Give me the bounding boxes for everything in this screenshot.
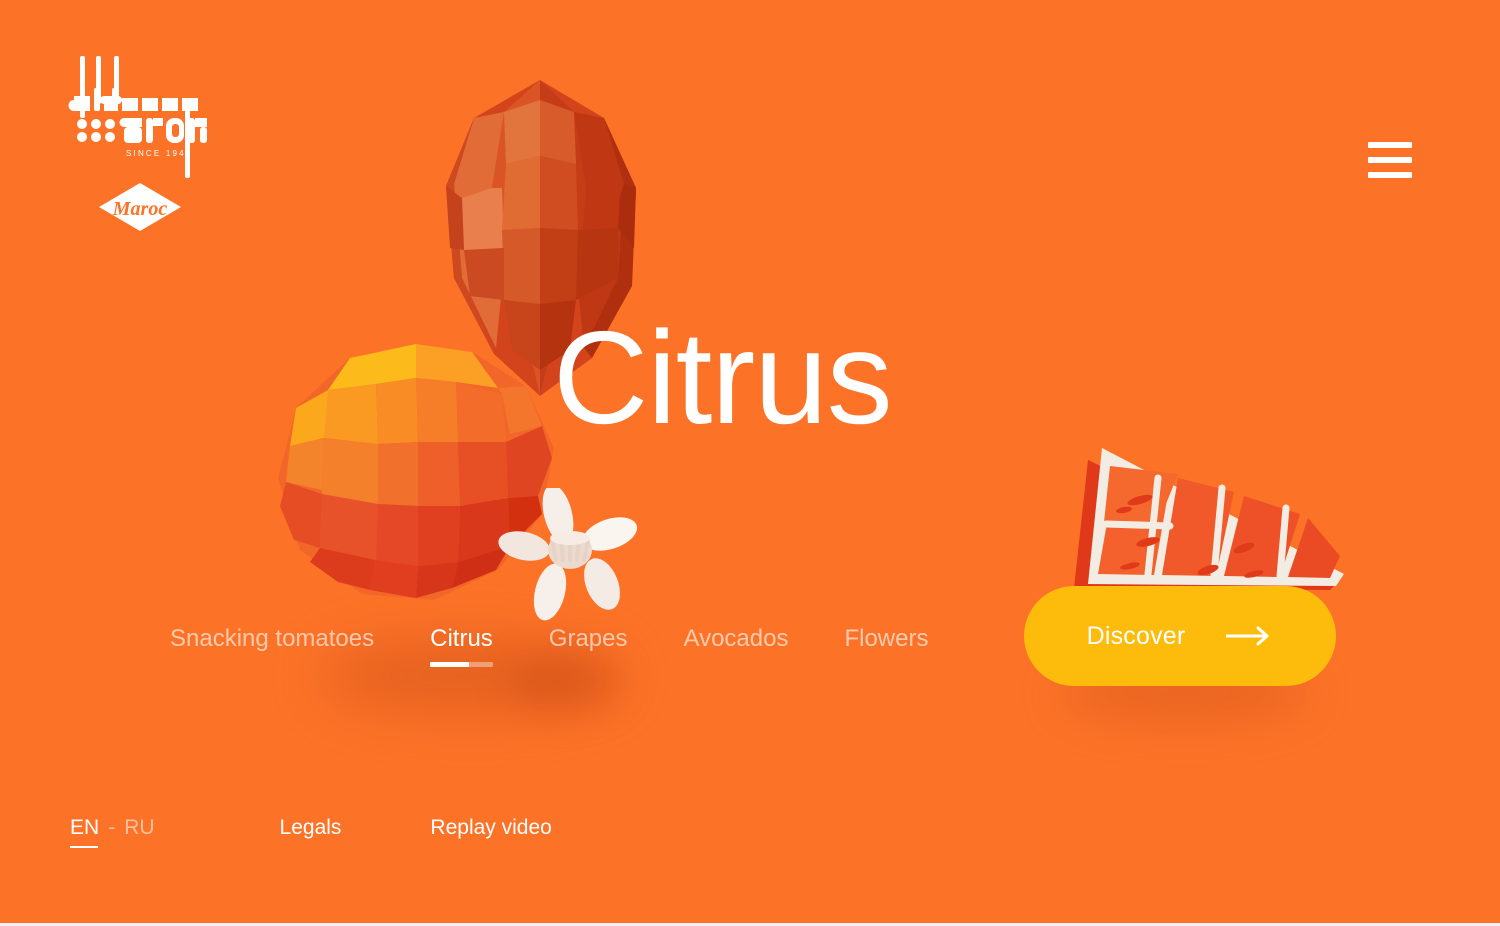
svg-text:SINCE 1949: SINCE 1949 [126, 149, 192, 158]
brand-logo[interactable]: SINCE 1949 Maroc [68, 52, 218, 231]
discover-button-label: Discover [1086, 621, 1186, 650]
category-item-avocados[interactable]: Avocados [684, 622, 789, 656]
category-item-grapes[interactable]: Grapes [549, 622, 628, 656]
hamburger-menu-icon[interactable] [1368, 142, 1412, 178]
category-item-citrus[interactable]: Citrus [430, 622, 493, 667]
category-nav: Snacking tomatoes Citrus Grapes Avocados… [170, 622, 928, 667]
language-ru[interactable]: RU [124, 816, 154, 840]
arrow-right-icon [1226, 626, 1269, 646]
category-label: Flowers [844, 625, 929, 652]
category-label: Citrus [430, 625, 493, 652]
category-label: Snacking tomatoes [170, 625, 375, 652]
blossom-shadow [510, 655, 620, 711]
category-progress-track [430, 662, 493, 667]
category-item-flowers[interactable]: Flowers [844, 622, 928, 656]
svg-text:Maroc: Maroc [112, 198, 168, 220]
hamburger-bar-2 [1368, 157, 1412, 163]
delassus-group-logo-icon: SINCE 1949 [68, 56, 207, 178]
discover-button[interactable]: Discover [1024, 586, 1336, 686]
hero-artwork [0, 0, 1500, 926]
category-progress-fill [430, 662, 469, 667]
page-root: Citrus SINCE 1949 Maroc Snacking tomatoe… [0, 0, 1500, 926]
category-label: Grapes [548, 625, 628, 652]
language-switcher: EN - RU [70, 816, 155, 848]
language-en[interactable]: EN [70, 816, 99, 840]
orange-blossom-flower-icon [498, 488, 638, 621]
hamburger-bar-1 [1368, 142, 1412, 148]
category-item-snacking-tomatoes[interactable]: Snacking tomatoes [170, 622, 374, 656]
maroc-diamond-badge-icon: Maroc [99, 183, 181, 231]
language-active-underline [70, 846, 98, 848]
hamburger-bar-3 [1368, 172, 1412, 178]
page-title: Citrus [553, 304, 893, 451]
category-label: Avocados [683, 625, 789, 652]
footer: EN - RU Legals Replay video [70, 816, 552, 848]
language-separator: - [108, 816, 116, 839]
low-poly-orange-bright-icon [278, 344, 554, 600]
legals-link[interactable]: Legals [280, 816, 342, 840]
replay-video-link[interactable]: Replay video [430, 816, 551, 840]
